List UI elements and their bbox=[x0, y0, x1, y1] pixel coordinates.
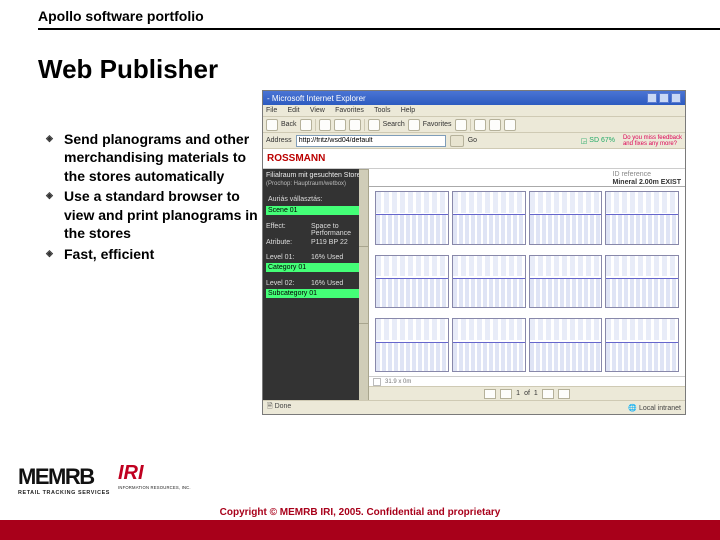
planogram-module[interactable] bbox=[529, 318, 603, 372]
planogram-header: ID referenceMineral 2.00m EXIST bbox=[369, 169, 685, 187]
planogram-module[interactable] bbox=[452, 255, 526, 309]
menu-view[interactable]: View bbox=[310, 107, 325, 114]
address-bar: Address Go ◲SD 67% Do you miss feedback … bbox=[263, 133, 685, 149]
bullet-icon: ◈ bbox=[46, 187, 64, 242]
minimize-icon[interactable] bbox=[647, 93, 657, 103]
planogram-panel: ID referenceMineral 2.00m EXIST bbox=[369, 169, 685, 400]
back-label[interactable]: Back bbox=[281, 121, 297, 128]
bullet-icon: ◈ bbox=[46, 245, 64, 263]
footer-red-bar bbox=[0, 520, 720, 540]
vertical-tabs[interactable] bbox=[359, 169, 369, 400]
history-icon[interactable] bbox=[455, 119, 467, 131]
nav-category-select[interactable]: Category 01 bbox=[266, 263, 366, 272]
menu-edit[interactable]: Edit bbox=[288, 107, 300, 114]
memrb-logo: MEMRB RETAIL TRACKING SERVICES bbox=[18, 464, 110, 496]
nav-effect-row: Effect:Space to Performance bbox=[266, 223, 366, 237]
planogram-module[interactable] bbox=[375, 318, 449, 372]
nav-level2-row: Level 02:16% Used bbox=[266, 280, 366, 287]
prev-page-button[interactable] bbox=[500, 389, 512, 399]
nav-header: Filialraum mit gesuchten Store bbox=[266, 172, 366, 179]
shelf-row bbox=[373, 255, 681, 309]
nav-attrib-row: Atribute:P119 BP 22 bbox=[266, 239, 366, 246]
shield-icon: ◲ bbox=[581, 137, 588, 145]
menu-bar: File Edit View Favorites Tools Help bbox=[263, 105, 685, 117]
window-titlebar[interactable]: - Microsoft Internet Explorer bbox=[263, 91, 685, 105]
status-right: 🌐 Local intranet bbox=[628, 404, 681, 412]
menu-file[interactable]: File bbox=[266, 107, 277, 114]
current-page: 1 bbox=[516, 390, 520, 397]
feedback-link[interactable]: Do you miss feedback and fixes any more? bbox=[623, 135, 682, 147]
status-left: 🗎 Done bbox=[267, 402, 291, 413]
refresh-icon[interactable] bbox=[334, 119, 346, 131]
go-label[interactable]: Go bbox=[468, 137, 477, 144]
stop-icon[interactable] bbox=[319, 119, 331, 131]
planogram-module[interactable] bbox=[529, 191, 603, 245]
document-icon[interactable] bbox=[373, 378, 381, 386]
slide-title: Web Publisher bbox=[38, 54, 218, 85]
search-label[interactable]: Search bbox=[383, 121, 405, 128]
first-page-button[interactable] bbox=[484, 389, 496, 399]
planogram-module[interactable] bbox=[452, 191, 526, 245]
footer-logos: MEMRB RETAIL TRACKING SERVICES IRI INFOR… bbox=[18, 464, 191, 496]
go-button[interactable] bbox=[450, 135, 464, 147]
planogram-module[interactable] bbox=[452, 318, 526, 372]
pager-bar: 1 of 1 bbox=[369, 386, 685, 400]
separator bbox=[470, 119, 471, 131]
nav-subheader: (Prochop: Hauptraum/wetbox) bbox=[266, 181, 366, 187]
planogram-module[interactable] bbox=[605, 255, 679, 309]
back-icon[interactable] bbox=[266, 119, 278, 131]
favorites-icon[interactable] bbox=[408, 119, 420, 131]
nav-scene-select[interactable]: Scene 01 bbox=[266, 206, 366, 215]
planogram-module[interactable] bbox=[529, 255, 603, 309]
list-item: ◈Fast, efficient bbox=[46, 245, 258, 263]
toolbar: Back Search Favorites bbox=[263, 117, 685, 133]
print-icon[interactable] bbox=[489, 119, 501, 131]
nav-subcategory-select[interactable]: Subcategory 01 bbox=[266, 289, 366, 298]
planogram-module[interactable] bbox=[605, 318, 679, 372]
planogram-module[interactable] bbox=[605, 191, 679, 245]
address-input[interactable] bbox=[296, 135, 446, 147]
left-nav: Filialraum mit gesuchten Store (Prochop:… bbox=[263, 169, 369, 400]
shelf-row bbox=[373, 191, 681, 245]
shelf-row bbox=[373, 318, 681, 372]
search-icon[interactable] bbox=[368, 119, 380, 131]
bullet-list: ◈Send planograms and other merchandising… bbox=[46, 130, 258, 265]
planogram-module[interactable] bbox=[375, 255, 449, 309]
nav-level1-row: Level 01:16% Used bbox=[266, 254, 366, 261]
next-page-button[interactable] bbox=[542, 389, 554, 399]
total-pages: 1 bbox=[534, 390, 538, 397]
bullet-icon: ◈ bbox=[46, 130, 64, 185]
address-label: Address bbox=[266, 137, 292, 144]
home-icon[interactable] bbox=[349, 119, 361, 131]
window-title: - Microsoft Internet Explorer bbox=[267, 94, 366, 103]
nav-section-label: Auriás vállasztás: bbox=[266, 195, 366, 204]
brand-logo: ROSSMANN bbox=[263, 149, 685, 169]
iri-logo: IRI INFORMATION RESOURCES, INC. bbox=[118, 462, 191, 490]
copyright-line: Copyright © MEMRB IRI, 2005. Confidentia… bbox=[0, 507, 720, 518]
slide-topic-bar: Apollo software portfolio bbox=[38, 8, 720, 30]
list-item: ◈Use a standard browser to view and prin… bbox=[46, 187, 258, 242]
ruler-bar: 31.9 x 0m bbox=[369, 376, 685, 386]
menu-tools[interactable]: Tools bbox=[374, 107, 390, 114]
forward-icon[interactable] bbox=[300, 119, 312, 131]
planogram-canvas[interactable] bbox=[369, 187, 685, 376]
maximize-icon[interactable] bbox=[659, 93, 669, 103]
favorites-label[interactable]: Favorites bbox=[423, 121, 452, 128]
separator bbox=[364, 119, 365, 131]
close-icon[interactable] bbox=[671, 93, 681, 103]
mail-icon[interactable] bbox=[474, 119, 486, 131]
page-of-label: of bbox=[524, 390, 530, 397]
menu-help[interactable]: Help bbox=[401, 107, 415, 114]
status-bar: 🗎 Done 🌐 Local intranet bbox=[263, 400, 685, 414]
list-item: ◈Send planograms and other merchandising… bbox=[46, 130, 258, 185]
browser-window: - Microsoft Internet Explorer File Edit … bbox=[262, 90, 686, 415]
progress-badge: ◲SD 67% bbox=[581, 137, 615, 145]
separator bbox=[315, 119, 316, 131]
planogram-module[interactable] bbox=[375, 191, 449, 245]
menu-favorites[interactable]: Favorites bbox=[335, 107, 364, 114]
last-page-button[interactable] bbox=[558, 389, 570, 399]
ruler-value: 31.9 x 0m bbox=[385, 379, 411, 385]
slide-topic: Apollo software portfolio bbox=[38, 8, 720, 24]
edit-icon[interactable] bbox=[504, 119, 516, 131]
